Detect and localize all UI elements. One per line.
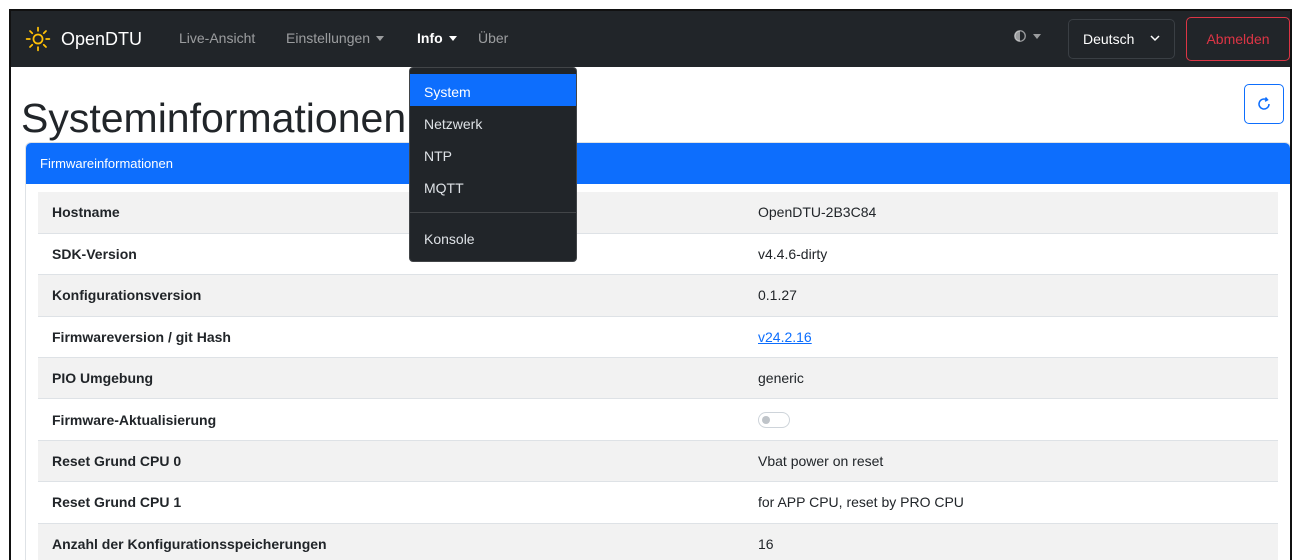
- card-header: Firmwareinformationen: [26, 143, 1290, 184]
- nav-info-dropdown[interactable]: Info: [417, 30, 457, 46]
- nav-settings-label: Einstellungen: [286, 30, 371, 46]
- table-row: Hostname OpenDTU-2B3C84: [38, 192, 1278, 234]
- caret-down-icon: [448, 36, 457, 41]
- table-row: Reset Grund CPU 1 for APP CPU, reset by …: [38, 481, 1278, 524]
- menu-item-console[interactable]: Konsole: [410, 221, 576, 253]
- menu-item-system[interactable]: System: [410, 74, 576, 106]
- language-select[interactable]: Deutsch: [1068, 19, 1175, 59]
- row-key: Hostname: [38, 192, 744, 234]
- table-row: Firmwareversion / git Hash v24.2.16: [38, 316, 1278, 359]
- brand-name: OpenDTU: [61, 28, 143, 49]
- table-row: SDK-Version v4.4.6-dirty: [38, 233, 1278, 276]
- row-value: [744, 398, 1278, 441]
- nav-about[interactable]: Über: [478, 30, 508, 46]
- nav-settings-dropdown[interactable]: Einstellungen: [286, 30, 385, 46]
- theme-toggle[interactable]: [1013, 29, 1041, 43]
- row-value: 16: [744, 523, 1278, 560]
- page-title: Systeminformationen: [21, 95, 407, 141]
- row-key: Konfigurationsversion: [38, 274, 744, 317]
- row-key: SDK-Version: [38, 233, 744, 276]
- nav-info-label: Info: [417, 30, 443, 46]
- row-key: Reset Grund CPU 1: [38, 481, 744, 524]
- card-body: Hostname OpenDTU-2B3C84 SDK-Version v4.4…: [26, 184, 1290, 560]
- row-key: PIO Umgebung: [38, 357, 744, 400]
- row-value: 0.1.27: [744, 274, 1278, 317]
- row-key: Anzahl der Konfigurationsspeicherungen: [38, 523, 744, 560]
- sun-icon: [25, 26, 51, 52]
- menu-item-network[interactable]: Netzwerk: [410, 106, 576, 138]
- row-key: Firmwareversion / git Hash: [38, 316, 744, 359]
- firmware-update-switch[interactable]: [758, 412, 790, 429]
- firmware-card: Firmwareinformationen Hostname OpenDTU-2…: [25, 142, 1290, 560]
- firmware-version-link[interactable]: v24.2.16: [758, 329, 812, 345]
- row-value: Vbat power on reset: [744, 440, 1278, 483]
- menu-item-mqtt[interactable]: MQTT: [410, 170, 576, 202]
- caret-down-icon: [376, 36, 385, 41]
- table-row: Anzahl der Konfigurationsspeicherungen 1…: [38, 523, 1278, 560]
- caret-down-icon: [1033, 33, 1041, 39]
- logout-button[interactable]: Abmelden: [1186, 17, 1290, 61]
- table-row: PIO Umgebung generic: [38, 357, 1278, 400]
- reload-button[interactable]: [1244, 84, 1284, 124]
- row-value: for APP CPU, reset by PRO CPU: [744, 481, 1278, 524]
- nav-live-view[interactable]: Live-Ansicht: [179, 30, 255, 46]
- reload-icon: [1258, 97, 1270, 110]
- row-key: Reset Grund CPU 0: [38, 440, 744, 483]
- app-frame: OpenDTU Live-Ansicht Einstellungen Info …: [9, 9, 1292, 560]
- menu-item-ntp[interactable]: NTP: [410, 138, 576, 170]
- row-value: v4.4.6-dirty: [744, 233, 1278, 276]
- menu-divider: [410, 212, 576, 213]
- row-key: Firmware-Aktualisierung: [38, 398, 744, 441]
- navbar: OpenDTU Live-Ansicht Einstellungen Info …: [11, 11, 1290, 67]
- row-value: v24.2.16: [744, 316, 1278, 359]
- row-value: OpenDTU-2B3C84: [744, 192, 1278, 234]
- chevron-down-icon: [1150, 35, 1160, 42]
- language-value: Deutsch: [1083, 31, 1135, 47]
- table-row: Reset Grund CPU 0 Vbat power on reset: [38, 440, 1278, 483]
- brand-link[interactable]: OpenDTU: [25, 23, 142, 55]
- firmware-table: Hostname OpenDTU-2B3C84 SDK-Version v4.4…: [38, 192, 1278, 560]
- info-dropdown-menu: System Netzwerk NTP MQTT Konsole: [409, 67, 577, 262]
- table-row: Firmware-Aktualisierung: [38, 398, 1278, 441]
- row-value: generic: [744, 357, 1278, 400]
- table-row: Konfigurationsversion 0.1.27: [38, 274, 1278, 317]
- half-circle-icon: [1014, 30, 1026, 42]
